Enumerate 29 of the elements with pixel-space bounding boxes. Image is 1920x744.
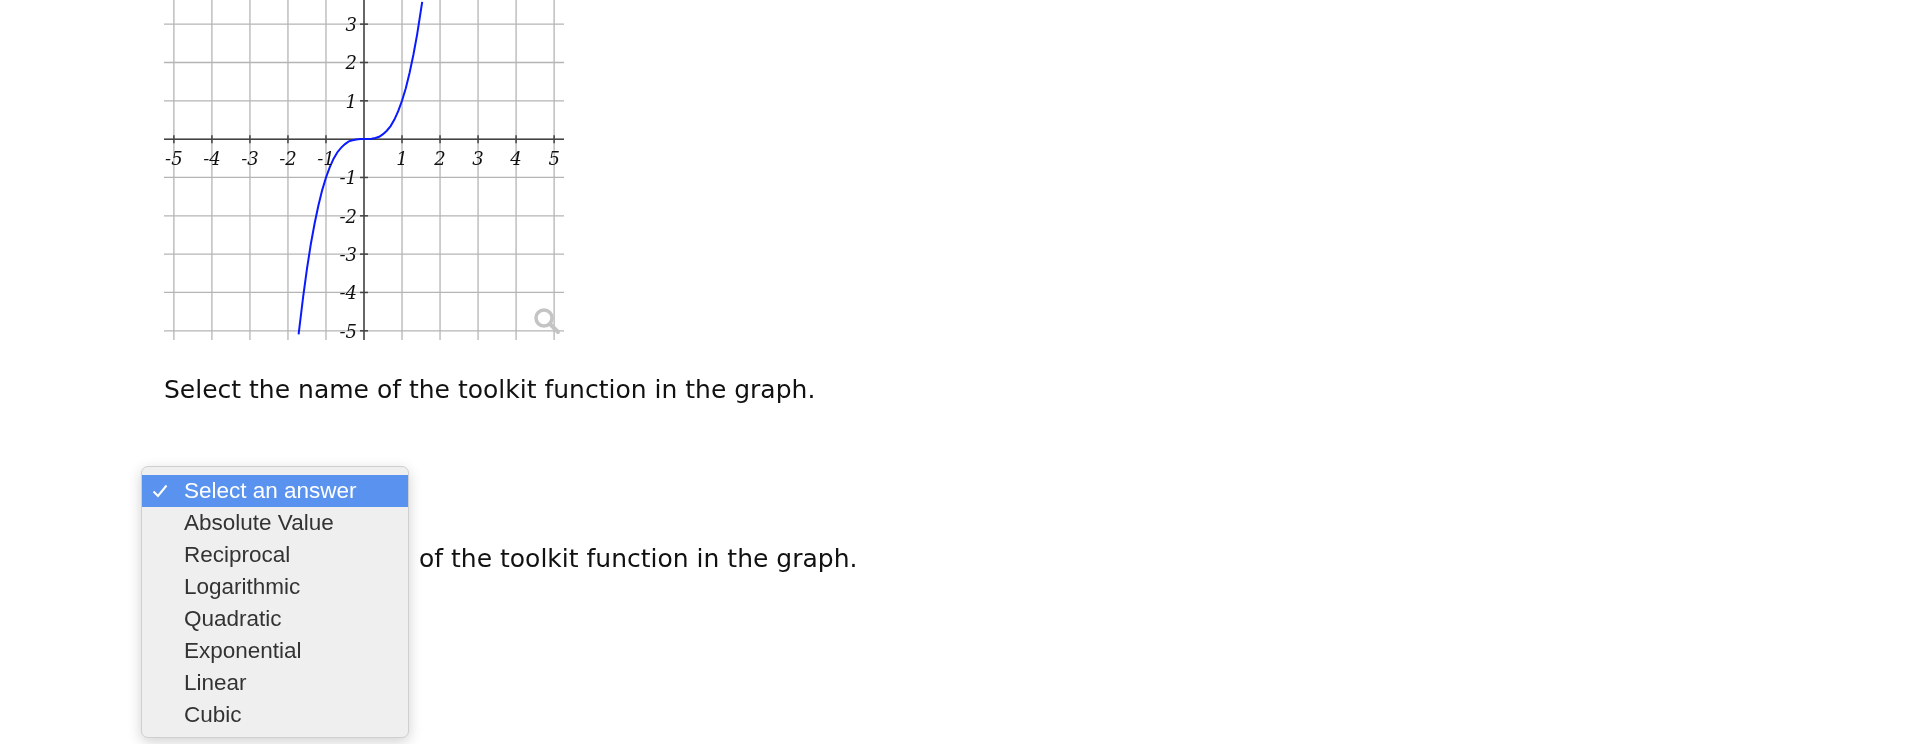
axis-tick-label: -2 — [339, 205, 357, 227]
magnifier-icon[interactable] — [534, 308, 560, 334]
axis-tick-label: -4 — [339, 282, 357, 304]
axis-tick-label: 4 — [510, 148, 522, 170]
menu-option[interactable]: Logarithmic — [142, 571, 408, 603]
axis-tick-label: 1 — [396, 148, 408, 170]
axis-tick-label: -3 — [339, 244, 357, 266]
axis-tick-label: -2 — [279, 148, 297, 170]
axis-tick-label: 3 — [345, 14, 357, 36]
menu-option[interactable]: Exponential — [142, 635, 408, 667]
check-icon — [152, 484, 168, 498]
menu-option[interactable]: Linear — [142, 667, 408, 699]
axis-tick-label: -1 — [339, 167, 357, 189]
axis-tick-label: 5 — [548, 148, 560, 170]
menu-option[interactable]: Absolute Value — [142, 507, 408, 539]
menu-option[interactable]: Quadratic — [142, 603, 408, 635]
menu-option[interactable]: Cubic — [142, 699, 408, 731]
axis-tick-label: 2 — [345, 52, 357, 74]
question-text: of the toolkit function in the graph. — [419, 544, 858, 573]
axis-tick-label: -4 — [203, 148, 221, 170]
axis-tick-label: -3 — [241, 148, 259, 170]
axis-tick-label: 2 — [434, 148, 446, 170]
menu-option[interactable]: Reciprocal — [142, 539, 408, 571]
axis-tick-label: 3 — [472, 148, 484, 170]
axis-tick-label: -5 — [165, 148, 183, 170]
axis-tick-label: -1 — [317, 148, 335, 170]
axis-tick-label: -5 — [339, 320, 357, 340]
axis-tick-label: 1 — [345, 90, 357, 112]
question-text: Select the name of the toolkit function in the graph. — [164, 375, 817, 404]
